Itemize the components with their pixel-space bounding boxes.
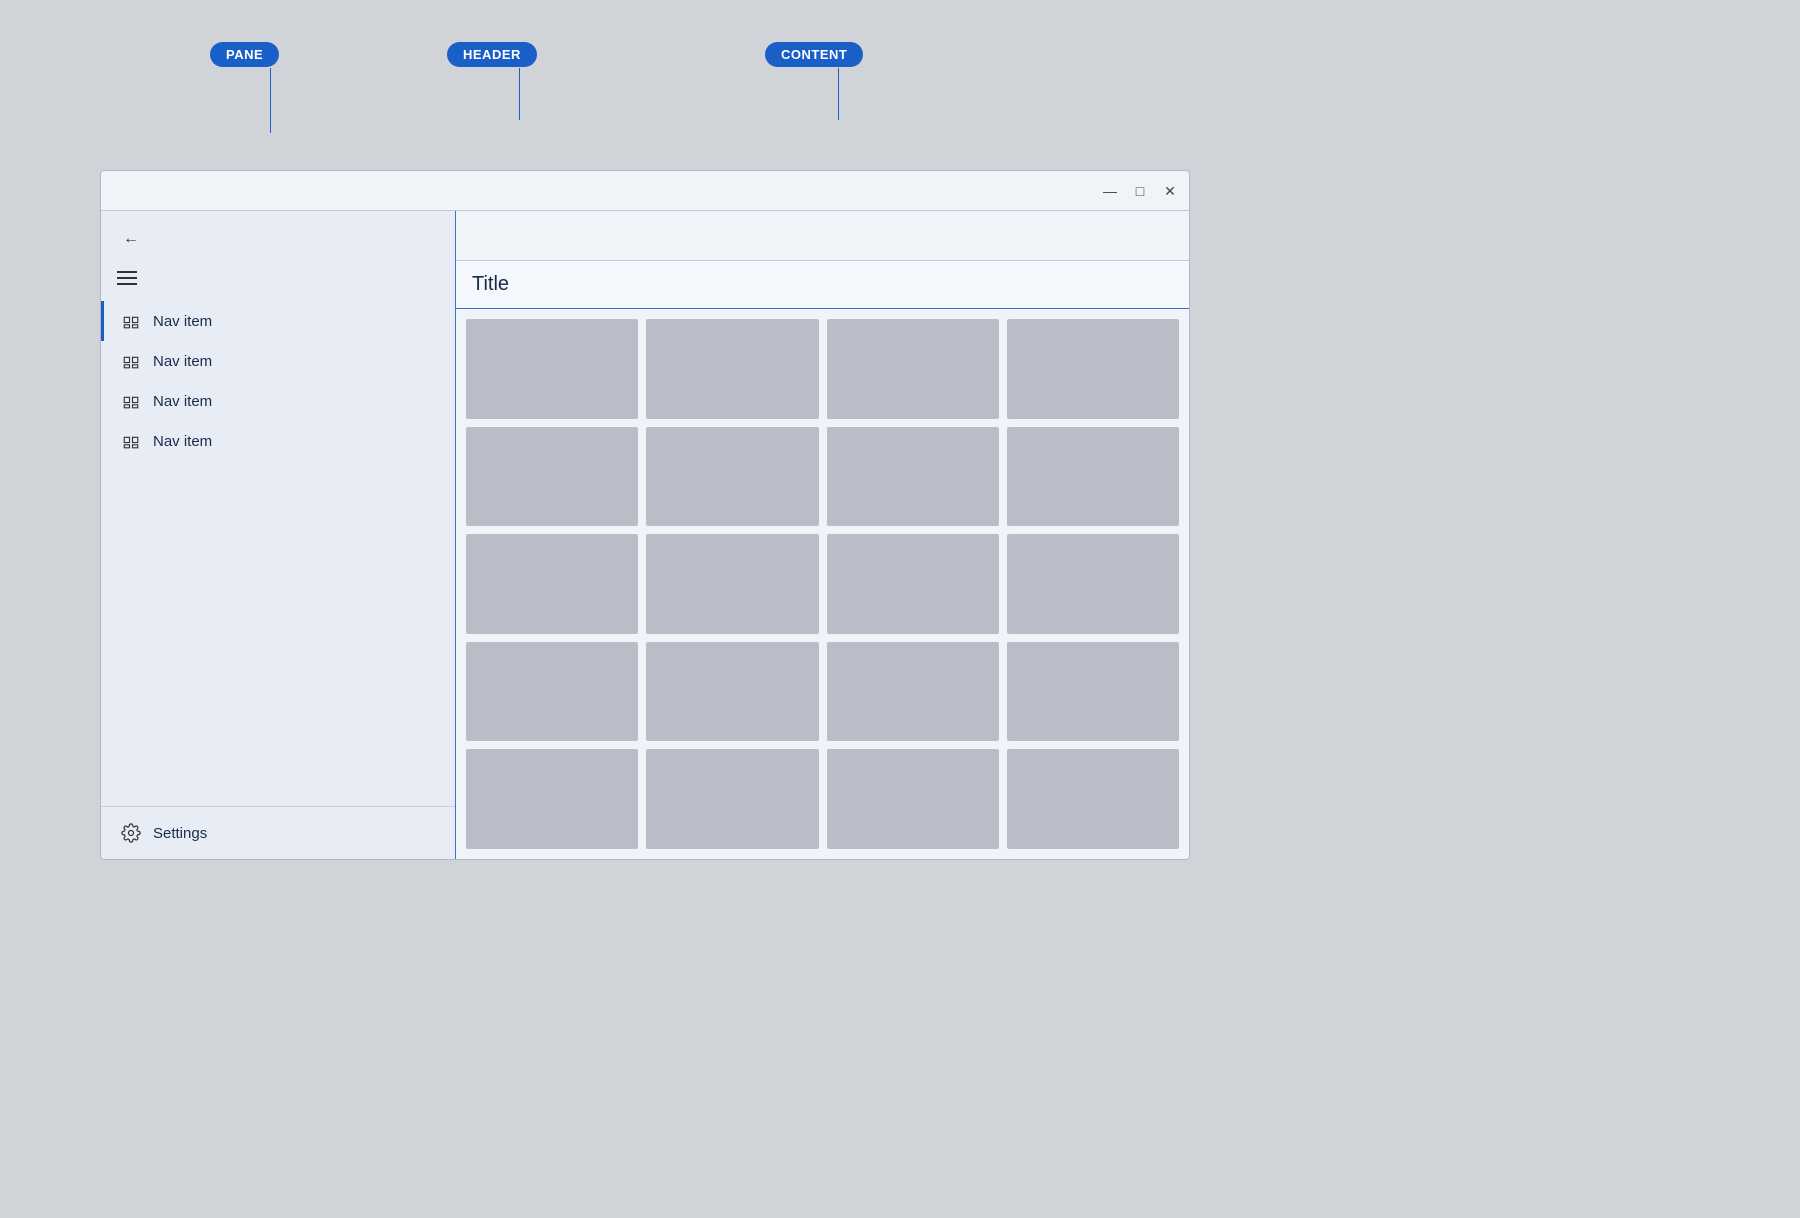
nav-item-4-icon	[121, 431, 141, 451]
pane-annotation-line	[270, 68, 271, 133]
nav-item-2-label: Nav item	[153, 353, 212, 370]
grid-cell-3-3[interactable]	[1007, 642, 1179, 742]
main-window: — □ ✕ ←	[100, 170, 1190, 860]
nav-item-3-label: Nav item	[153, 393, 212, 410]
close-button[interactable]: ✕	[1163, 184, 1177, 198]
grid-cell-1-0[interactable]	[466, 427, 638, 527]
hamburger-line-3	[117, 283, 137, 285]
nav-item-3[interactable]: Nav item	[101, 381, 455, 421]
grid-cell-3-2[interactable]	[827, 642, 999, 742]
nav-item-4-label: Nav item	[153, 433, 212, 450]
settings-icon	[121, 823, 141, 843]
grid-cell-4-2[interactable]	[827, 749, 999, 849]
window-frame: — □ ✕ ←	[100, 170, 1190, 860]
grid-cell-0-2[interactable]	[827, 319, 999, 419]
grid-cell-1-3[interactable]	[1007, 427, 1179, 527]
settings-item[interactable]: Settings	[121, 823, 435, 843]
header-annotation-line	[519, 68, 520, 120]
grid-cell-2-0[interactable]	[466, 534, 638, 634]
nav-item-1-icon	[121, 311, 141, 331]
nav-item-3-icon	[121, 391, 141, 411]
grid-cell-2-3[interactable]	[1007, 534, 1179, 634]
header-annotation-label: HEADER	[447, 42, 537, 67]
pane-footer: Settings	[101, 806, 455, 859]
hamburger-menu-button[interactable]	[101, 263, 455, 293]
page-content: Title	[456, 261, 1189, 859]
title-bar: — □ ✕	[101, 171, 1189, 211]
grid-cell-1-1[interactable]	[646, 427, 818, 527]
pane-annotation-label: PANE	[210, 42, 279, 67]
content-area: Title	[456, 211, 1189, 859]
page-title: Title	[472, 273, 509, 296]
grid-cell-3-1[interactable]	[646, 642, 818, 742]
minimize-button[interactable]: —	[1103, 184, 1117, 198]
grid-cell-2-1[interactable]	[646, 534, 818, 634]
settings-label: Settings	[153, 825, 207, 842]
content-grid-area	[456, 309, 1189, 859]
grid-cell-1-2[interactable]	[827, 427, 999, 527]
nav-item-4[interactable]: Nav item	[101, 421, 455, 461]
back-button[interactable]: ←	[117, 225, 145, 253]
window-controls: — □ ✕	[1103, 184, 1177, 198]
grid-cell-4-1[interactable]	[646, 749, 818, 849]
hamburger-line-1	[117, 271, 137, 273]
grid-cell-2-2[interactable]	[827, 534, 999, 634]
content-annotation-line	[838, 68, 839, 120]
grid-cell-4-0[interactable]	[466, 749, 638, 849]
grid-cell-4-3[interactable]	[1007, 749, 1179, 849]
grid-cell-0-0[interactable]	[466, 319, 638, 419]
pane-top: ←	[101, 211, 455, 263]
header-bar	[456, 211, 1189, 261]
grid-cell-0-1[interactable]	[646, 319, 818, 419]
hamburger-line-2	[117, 277, 137, 279]
content-grid	[458, 311, 1187, 857]
main-layout: ← Na	[101, 211, 1189, 859]
maximize-button[interactable]: □	[1133, 184, 1147, 198]
grid-cell-3-0[interactable]	[466, 642, 638, 742]
nav-item-2-icon	[121, 351, 141, 371]
grid-cell-0-3[interactable]	[1007, 319, 1179, 419]
nav-item-1[interactable]: Nav item	[101, 301, 455, 341]
page-title-bar: Title	[456, 261, 1189, 309]
navigation-pane: ← Na	[101, 211, 456, 859]
content-annotation-label: CONTENT	[765, 42, 863, 67]
nav-item-1-label: Nav item	[153, 313, 212, 330]
nav-items-list: Nav item Nav item	[101, 293, 455, 806]
nav-item-2[interactable]: Nav item	[101, 341, 455, 381]
